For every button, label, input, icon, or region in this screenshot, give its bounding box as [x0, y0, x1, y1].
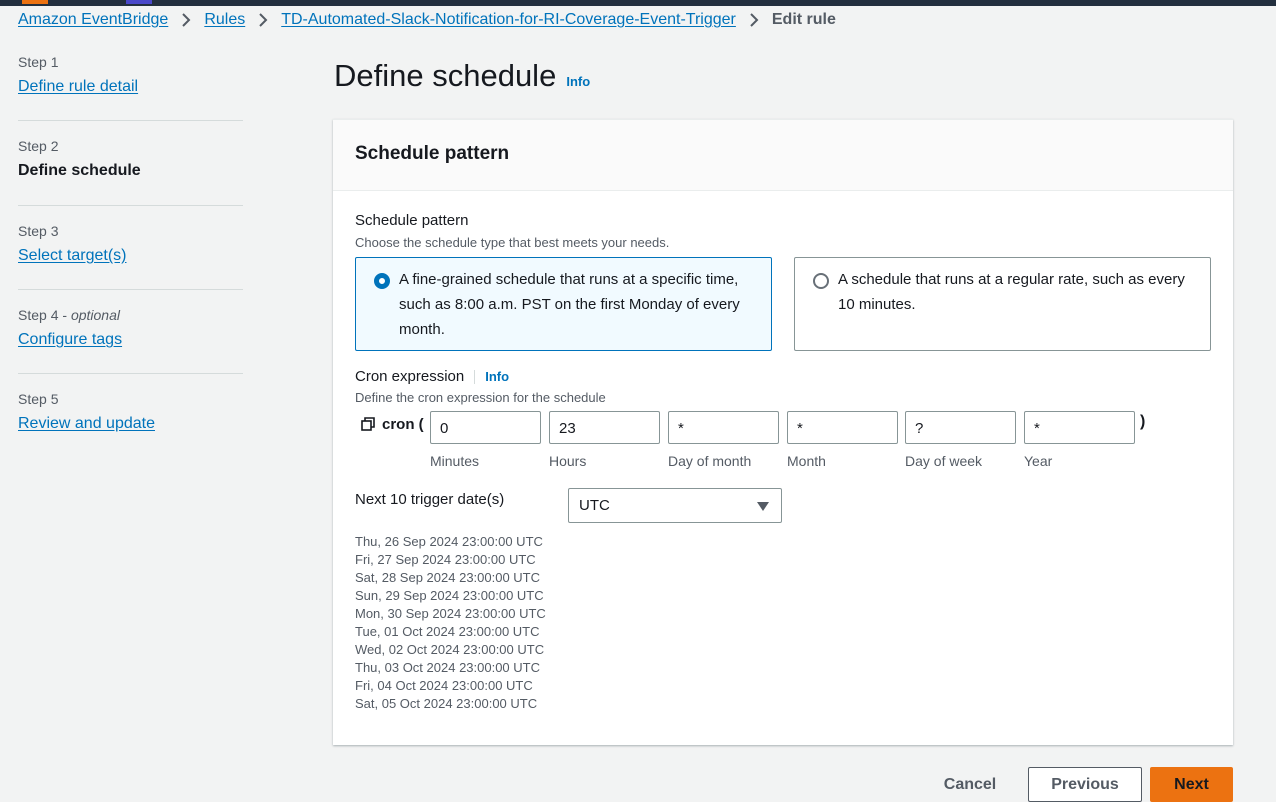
step-link-select-targets[interactable]: Select target(s): [18, 247, 243, 265]
list-item: Thu, 26 Sep 2024 23:00:00 UTC: [355, 534, 543, 549]
breadcrumb-rules[interactable]: Rules: [204, 11, 245, 29]
container-title: Schedule pattern: [355, 143, 510, 164]
cron-day-of-week-input[interactable]: ?: [905, 411, 1016, 444]
divider: [18, 289, 243, 290]
step-number: Step 1: [18, 54, 59, 70]
cron-prefix-text: cron (: [382, 416, 424, 433]
page-title: Define schedule Info: [334, 58, 590, 94]
list-item: Sat, 05 Oct 2024 23:00:00 UTC: [355, 696, 538, 711]
step-number: Step 3: [18, 223, 59, 239]
cron-label-text: Cron expression: [355, 368, 465, 385]
cron-caption-day-of-month: Day of month: [668, 453, 752, 469]
info-link[interactable]: Info: [566, 74, 590, 89]
step-number: Step 2: [18, 138, 59, 154]
step-1: Step 1 Define rule detail: [18, 54, 243, 96]
list-item: Tue, 01 Oct 2024 23:00:00 UTC: [355, 624, 540, 639]
timezone-select[interactable]: UTC: [568, 488, 782, 523]
step-5: Step 5 Review and update: [18, 391, 243, 433]
container-header: Schedule pattern: [333, 120, 1233, 191]
divider: [474, 369, 476, 384]
step-number: Step 5: [18, 391, 59, 407]
cancel-button[interactable]: Cancel: [924, 767, 1016, 802]
step-3: Step 3 Select target(s): [18, 223, 243, 265]
page-title-text: Define schedule: [334, 58, 557, 93]
cron-prefix: cron (: [361, 416, 424, 433]
list-item: Sun, 29 Sep 2024 23:00:00 UTC: [355, 588, 544, 603]
schedule-pattern-description: Choose the schedule type that best meets…: [355, 235, 670, 250]
radio-button-selected[interactable]: [374, 273, 390, 289]
schedule-pattern-label: Schedule pattern: [355, 212, 469, 229]
list-item: Wed, 02 Oct 2024 23:00:00 UTC: [355, 642, 545, 657]
radio-tile-regular-rate[interactable]: A schedule that runs at a regular rate, …: [794, 257, 1211, 351]
radio-tile-label: A schedule that runs at a regular rate, …: [838, 271, 1185, 313]
step-4: Step 4 - optional Configure tags: [18, 307, 243, 349]
next-button[interactable]: Next: [1150, 767, 1233, 802]
cron-hours-input[interactable]: 23: [549, 411, 660, 444]
chevron-right-icon: [168, 11, 204, 29]
cron-caption-minutes: Minutes: [430, 453, 480, 469]
chevron-right-icon: [245, 11, 281, 29]
cron-caption-year: Year: [1024, 453, 1053, 469]
step-link-review-and-update[interactable]: Review and update: [18, 415, 243, 433]
chevron-right-icon: [736, 11, 772, 29]
step-current-define-schedule: Define schedule: [18, 162, 141, 179]
cron-suffix: ): [1140, 413, 1146, 430]
caret-down-icon: [757, 502, 769, 511]
cron-info-link[interactable]: Info: [485, 369, 509, 384]
list-item: Thu, 03 Oct 2024 23:00:00 UTC: [355, 660, 540, 675]
nav-accent-orange: [22, 0, 48, 4]
step-number-text: Step 4: [18, 307, 59, 323]
cron-expression-label: Cron expression Info: [355, 368, 509, 385]
divider: [18, 205, 243, 206]
breadcrumb-rule-name[interactable]: TD-Automated-Slack-Notification-for-RI-C…: [281, 11, 736, 29]
trigger-dates-list: Thu, 26 Sep 2024 23:00:00 UTC Fri, 27 Se…: [355, 533, 546, 713]
step-2: Step 2 Define schedule: [18, 138, 243, 180]
nav-accent-purple: [126, 0, 152, 4]
top-navigation-bar: [0, 0, 1276, 6]
radio-button[interactable]: [813, 273, 829, 289]
divider: [18, 120, 243, 121]
step-link-configure-tags[interactable]: Configure tags: [18, 331, 243, 349]
radio-tile-fine-grained[interactable]: A fine-grained schedule that runs at a s…: [355, 257, 772, 351]
radio-tile-label: A fine-grained schedule that runs at a s…: [399, 271, 740, 338]
list-item: Fri, 04 Oct 2024 23:00:00 UTC: [355, 678, 533, 693]
step-number: Step 4 - optional: [18, 307, 120, 323]
breadcrumb-eventbridge[interactable]: Amazon EventBridge: [18, 11, 168, 29]
cron-caption-month: Month: [787, 453, 826, 469]
list-item: Mon, 30 Sep 2024 23:00:00 UTC: [355, 606, 546, 621]
cron-expression-description: Define the cron expression for the sched…: [355, 390, 606, 405]
cron-day-of-month-input[interactable]: *: [668, 411, 779, 444]
list-item: Sat, 28 Sep 2024 23:00:00 UTC: [355, 570, 541, 585]
copy-icon[interactable]: [361, 417, 376, 432]
step-optional-label: optional: [70, 307, 120, 323]
cron-minutes-input[interactable]: 0: [430, 411, 541, 444]
breadcrumb-current: Edit rule: [771, 11, 836, 28]
timezone-select-value: UTC: [579, 497, 610, 514]
breadcrumb: Amazon EventBridge Rules TD-Automated-Sl…: [18, 9, 836, 31]
divider: [18, 373, 243, 374]
next-trigger-dates-label: Next 10 trigger date(s): [355, 491, 505, 508]
list-item: Fri, 27 Sep 2024 23:00:00 UTC: [355, 552, 536, 567]
step-link-define-rule-detail[interactable]: Define rule detail: [18, 78, 243, 96]
cron-month-input[interactable]: *: [787, 411, 898, 444]
cron-year-input[interactable]: *: [1024, 411, 1135, 444]
cron-caption-day-of-week: Day of week: [905, 453, 983, 469]
schedule-pattern-container: Schedule pattern Schedule pattern Choose…: [333, 119, 1233, 745]
previous-button[interactable]: Previous: [1028, 767, 1142, 802]
cron-caption-hours: Hours: [549, 453, 587, 469]
